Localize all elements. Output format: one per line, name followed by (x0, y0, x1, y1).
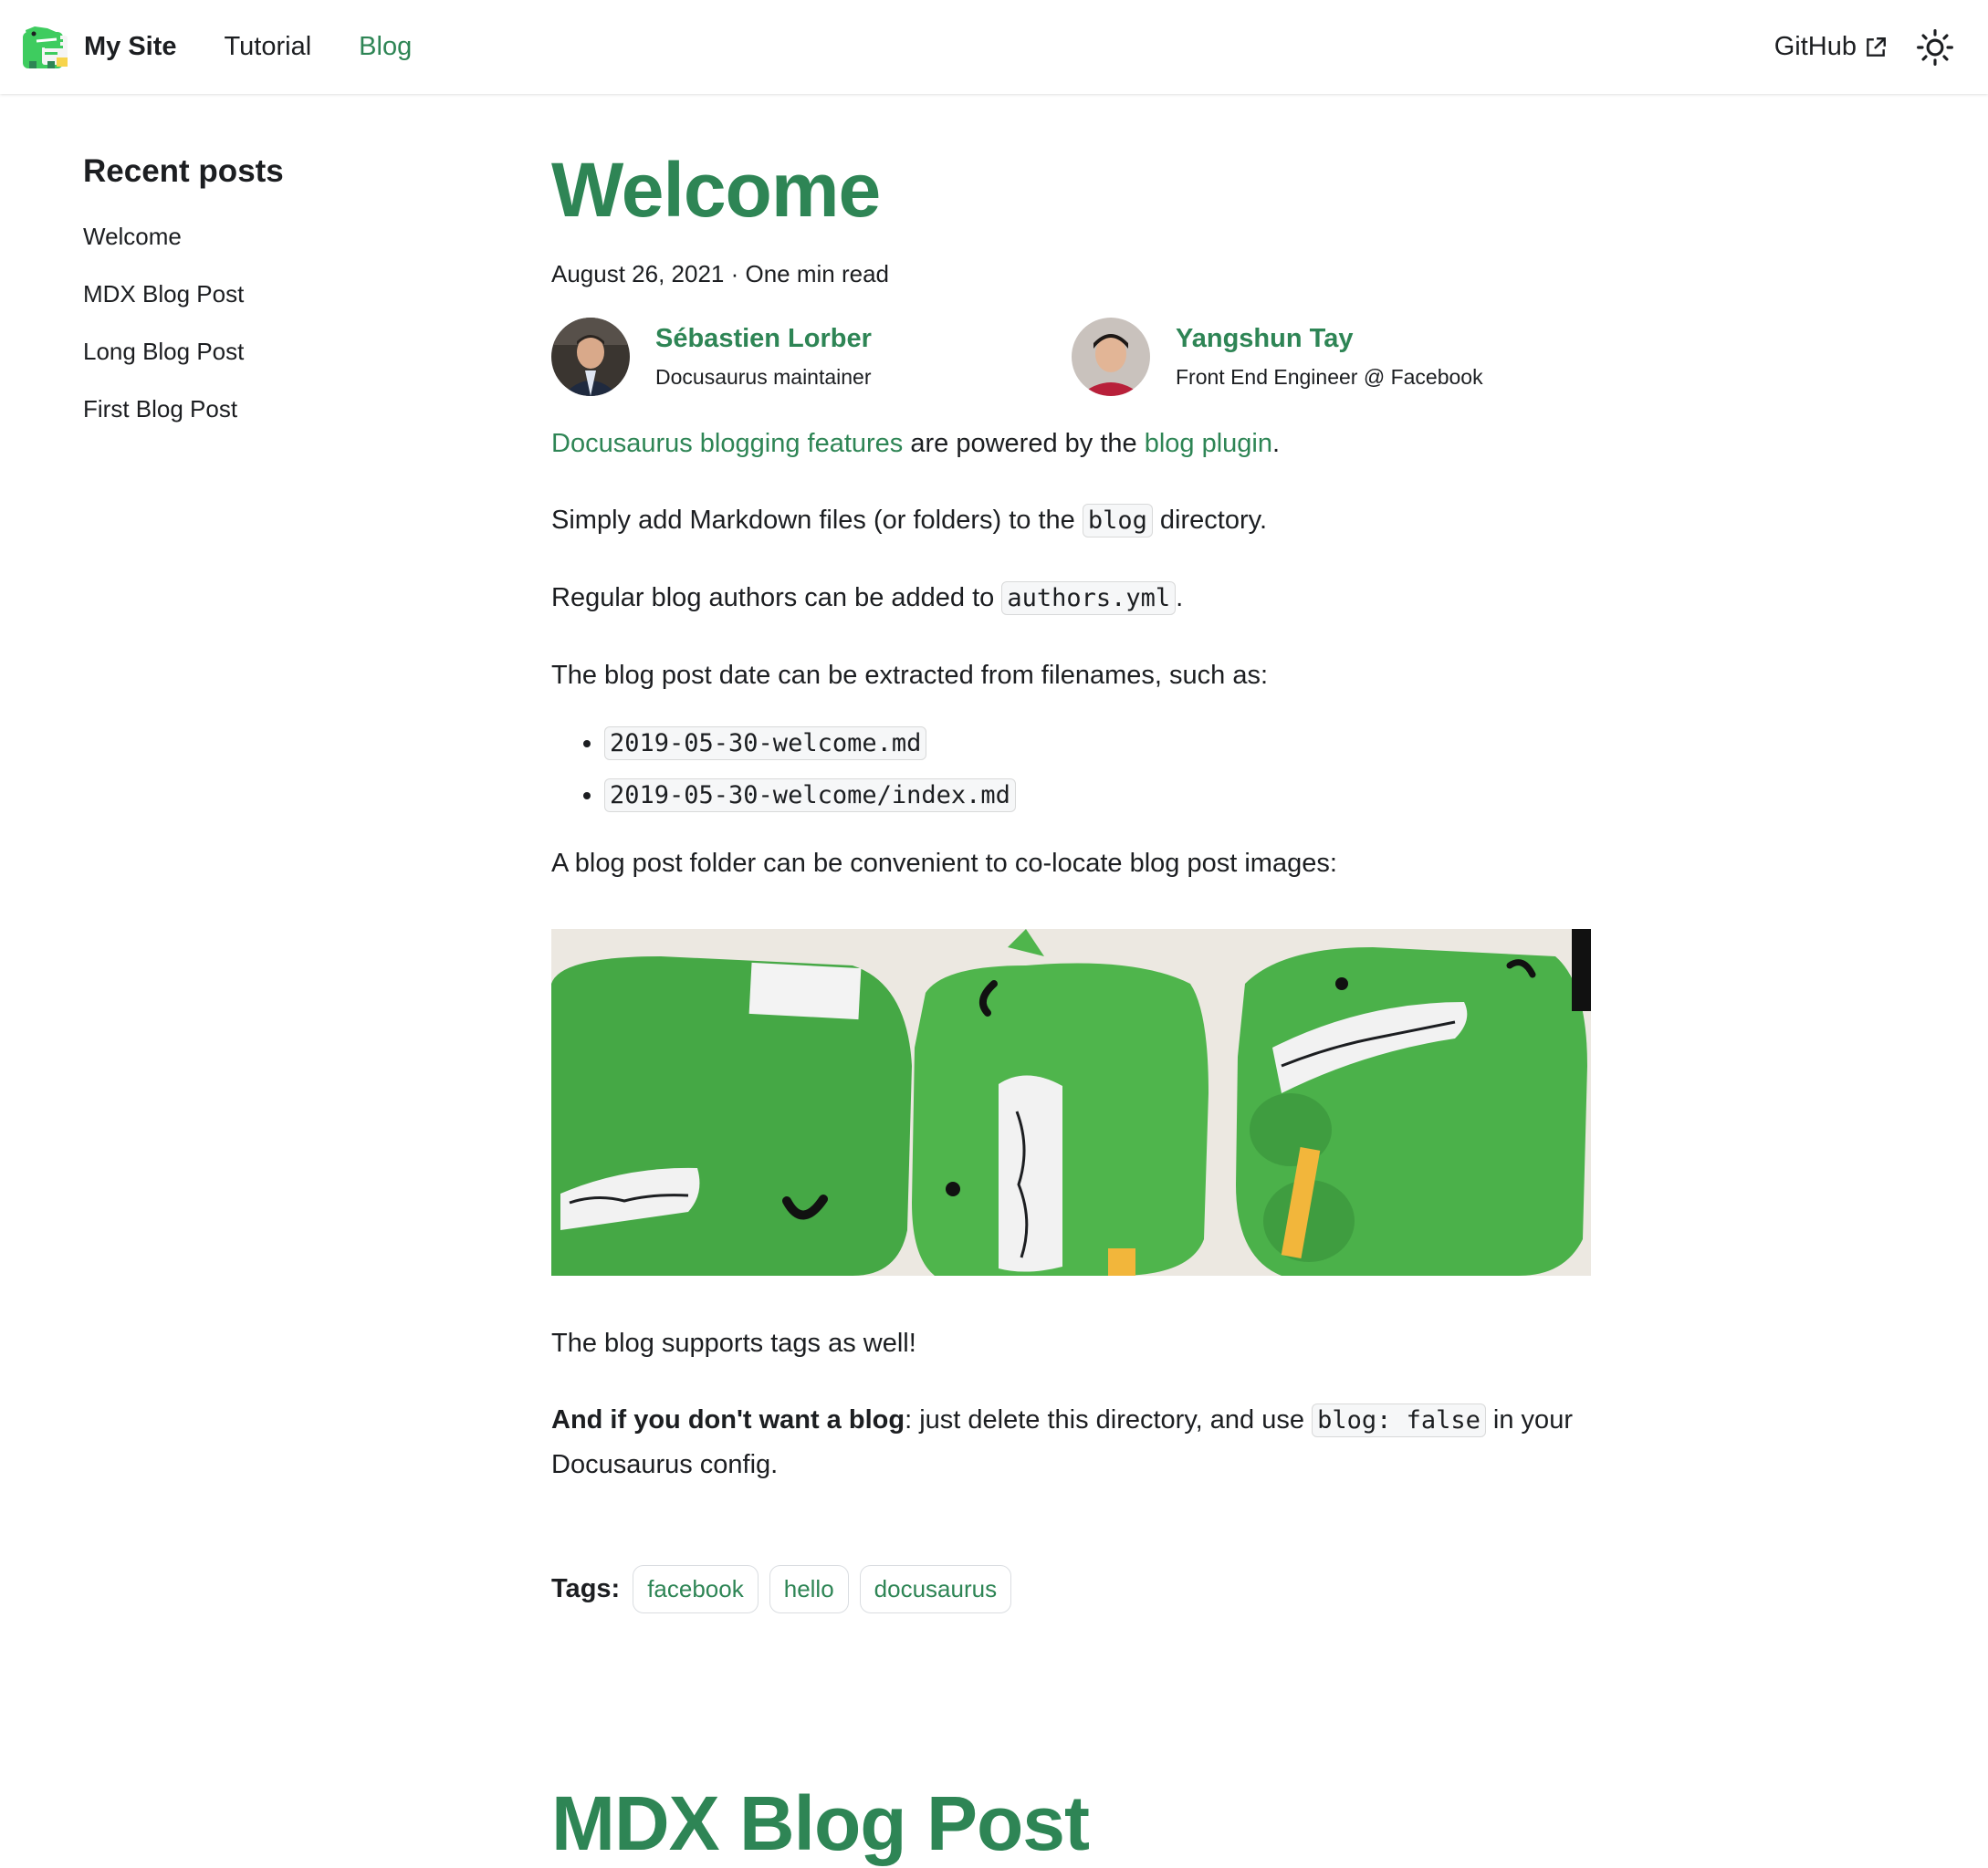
blogging-features-link[interactable]: Docusaurus blogging features (551, 429, 903, 458)
nav-link-tutorial[interactable]: Tutorial (225, 32, 312, 62)
blog-post: Welcome August 26, 2021 · One min read S… (551, 146, 1592, 1613)
github-label: GitHub (1774, 32, 1857, 61)
nav-link-blog[interactable]: Blog (359, 32, 412, 62)
inline-code: authors.yml (1001, 580, 1177, 615)
dinosaur-plushies-image (551, 928, 1591, 1276)
navbar-right: GitHub (1774, 24, 1959, 71)
paragraph-text: . (1272, 428, 1281, 458)
list-item: 2019-05-30-welcome.md (604, 721, 1592, 766)
site-title: My Site (84, 32, 177, 61)
author-info: Sébastien Lorber Docusaurus maintainer (655, 324, 872, 390)
author-title: Docusaurus maintainer (655, 364, 872, 389)
post-meta: August 26, 2021 · One min read (551, 259, 890, 287)
sun-icon (1917, 28, 1953, 66)
list-item: 2019-05-30-welcome/index.md (604, 773, 1592, 818)
paragraph-no-blog: And if you don't want a blog: just delet… (551, 1398, 1592, 1487)
author-card: Sébastien Lorber Docusaurus maintainer (551, 316, 1072, 398)
author-info: Yangshun Tay Front End Engineer @ Facebo… (1176, 324, 1483, 390)
tag-hello[interactable]: hello (769, 1564, 849, 1613)
sidebar-title: Recent posts (83, 153, 284, 189)
avatar-sebastien-icon (551, 317, 630, 396)
paragraph-filenames: The blog post date can be extracted from… (551, 660, 1269, 690)
sidebar-item-welcome[interactable]: Welcome (83, 223, 466, 280)
avatar[interactable] (1072, 317, 1150, 396)
brand-link[interactable]: My Site (20, 25, 177, 70)
tags-label: Tags: (551, 1573, 621, 1603)
paragraph-text: directory. (1152, 505, 1268, 535)
paragraph-intro: Docusaurus blogging features are powered… (551, 422, 1592, 465)
next-post-title[interactable]: MDX Blog Post (551, 1779, 1090, 1868)
theme-toggle-button[interactable] (1911, 24, 1959, 71)
external-link-icon (1867, 37, 1886, 57)
tag-docusaurus[interactable]: docusaurus (859, 1564, 1012, 1613)
post-authors: Sébastien Lorber Docusaurus maintainer Y… (551, 316, 1592, 398)
paragraph-markdown-files: Simply add Markdown files (or folders) t… (551, 498, 1592, 543)
sidebar-item-mdx-blog-post[interactable]: MDX Blog Post (83, 280, 466, 338)
navbar: My Site Tutorial Blog GitHub (0, 0, 1988, 94)
paragraph-text: . (1176, 582, 1184, 612)
tag-facebook[interactable]: facebook (633, 1564, 759, 1613)
filename-list: 2019-05-30-welcome.md 2019-05-30-welcome… (551, 721, 1592, 818)
inline-code: blog: false (1312, 1403, 1486, 1437)
avatar[interactable] (551, 317, 630, 396)
post-title[interactable]: Welcome (551, 146, 1592, 235)
sidebar-item-long-blog-post[interactable]: Long Blog Post (83, 338, 466, 395)
paragraph-text: Regular blog authors can be added to (551, 582, 1002, 612)
blog-plugin-link[interactable]: blog plugin (1145, 429, 1272, 458)
avatar-yangshun-icon (1072, 317, 1150, 396)
paragraph-text: : just delete this directory, and use (905, 1404, 1313, 1435)
inline-code: 2019-05-30-welcome/index.md (604, 777, 1016, 812)
paragraph-text: Simply add Markdown files (or folders) t… (551, 505, 1083, 535)
author-title: Front End Engineer @ Facebook (1176, 364, 1483, 389)
bold-text: And if you don't want a blog (551, 1404, 905, 1435)
sidebar-item-first-blog-post[interactable]: First Blog Post (83, 395, 466, 453)
inline-code: 2019-05-30-welcome.md (604, 725, 927, 760)
recent-posts-sidebar: Recent posts Welcome MDX Blog Post Long … (83, 153, 466, 453)
paragraph-folder: A blog post folder can be convenient to … (551, 848, 1337, 878)
post-tags: Tags: facebook hello docusaurus (551, 1564, 1592, 1613)
dinosaur-logo-icon (23, 26, 68, 68)
paragraph-authors: Regular blog authors can be added to aut… (551, 576, 1592, 621)
author-card: Yangshun Tay Front End Engineer @ Facebo… (1072, 316, 1592, 398)
author-name[interactable]: Sébastien Lorber (655, 324, 872, 354)
paragraph-tags: The blog supports tags as well! (551, 1328, 916, 1358)
inline-code: blog (1082, 503, 1153, 537)
paragraph-text: are powered by the (903, 428, 1145, 458)
github-link[interactable]: GitHub (1774, 32, 1888, 62)
author-name[interactable]: Yangshun Tay (1176, 324, 1483, 354)
